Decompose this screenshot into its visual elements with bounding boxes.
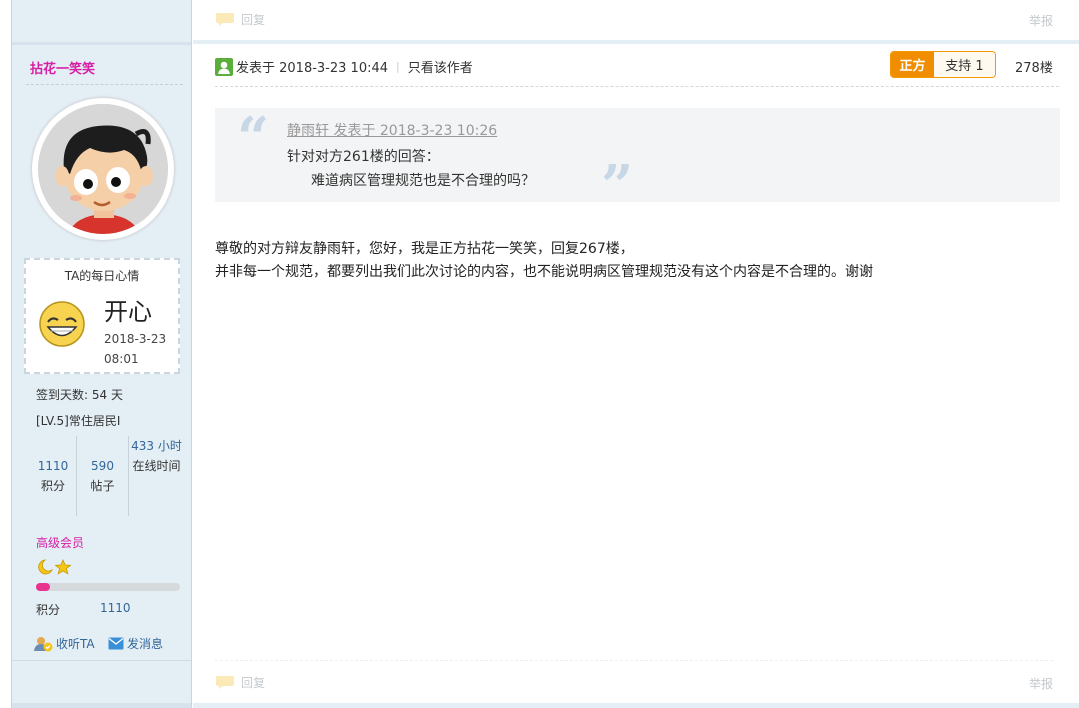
stat-value: 590 <box>91 459 114 473</box>
stat-label: 在线时间 <box>132 459 181 473</box>
reply-button[interactable]: 回复 <box>215 672 265 692</box>
forum-post-page: 拈花一笑笑 TA的每日心情 开心 2018-3-23 08:01 签到天数: 5… <box>0 0 1079 708</box>
speech-bubble-icon <box>216 13 234 26</box>
points-progress-bar <box>36 583 180 591</box>
signin-days: 签到天数: 54 天 <box>36 388 123 402</box>
reply-button[interactable]: 回复 <box>215 9 265 29</box>
stat-value: 1110 <box>37 459 69 473</box>
divider <box>26 84 183 85</box>
points-value: 1110 <box>100 601 131 615</box>
mood-date: 2018-3-23 08:01 <box>104 329 176 369</box>
divider <box>215 86 1059 87</box>
post-body-line: 并非每一个规范，都要列出我们此次讨论的内容，也不能说明病区管理规范没有这个内容是… <box>215 264 873 280</box>
report-button[interactable]: 举报 <box>1029 12 1053 29</box>
quote-line: 难道病区管理规范也是不合理的吗？ <box>311 173 535 189</box>
mood-title: TA的每日心情 <box>64 269 140 283</box>
close-quote-icon: ” <box>601 153 634 219</box>
quote-author-link[interactable]: 静雨轩 发表于 2018-3-23 10:26 <box>287 120 497 140</box>
only-author-link[interactable]: 只看该作者 <box>408 57 473 76</box>
points-label: 积分 <box>36 603 61 617</box>
points-progress-fill <box>36 583 51 591</box>
stat-label: 积分 <box>40 479 65 493</box>
open-quote-icon: “ <box>237 105 270 171</box>
quote-line: 针对对方261楼的回答： <box>287 149 440 165</box>
post-body-line: 尊敬的对方辩友静雨轩，您好，我是正方拈花一笑笑，回复267楼， <box>215 241 634 257</box>
follow-button[interactable]: 收听TA <box>34 635 95 652</box>
debate-side-badge[interactable]: 正方 支持 1 <box>890 51 996 78</box>
post-divider <box>193 703 1079 708</box>
daily-mood-box: TA的每日心情 开心 2018-3-23 08:01 <box>24 258 180 374</box>
follow-icon <box>34 636 53 651</box>
stat-value: 433 小时 <box>131 439 182 453</box>
support-button[interactable]: 支持 1 <box>934 52 995 77</box>
side-label: 正方 <box>891 52 934 77</box>
author-stats: 1110 积分 590 帖子 433 小时 在线时间 <box>30 436 186 516</box>
divider <box>215 660 1053 661</box>
stat-online-time[interactable]: 433 小时 在线时间 <box>128 436 184 516</box>
member-group-link[interactable]: 高级会员 <box>36 534 84 551</box>
post-body: 尊敬的对方辩友静雨轩，您好，我是正方拈花一笑笑，回复267楼， 并非每一个规范，… <box>215 238 873 284</box>
happy-face-icon <box>38 300 86 348</box>
online-user-icon <box>215 57 233 76</box>
sidebar-divider <box>12 660 191 661</box>
avatar[interactable] <box>32 98 174 240</box>
send-message-button[interactable]: 发消息 <box>108 635 163 652</box>
stat-posts[interactable]: 590 帖子 <box>76 436 128 516</box>
envelope-icon <box>108 637 124 650</box>
mood-text: 开心 <box>104 298 152 326</box>
stat-label: 帖子 <box>90 479 115 493</box>
report-button[interactable]: 举报 <box>1029 675 1053 692</box>
star-icon <box>54 559 72 575</box>
separator: | <box>396 60 400 73</box>
reply-label: 回复 <box>241 12 266 27</box>
speech-bubble-icon <box>216 676 234 689</box>
mood-date-time: 08:01 <box>104 352 139 366</box>
moon-icon <box>38 559 54 575</box>
post-content-area: 回复 举报 发表于 2018-3-23 10:44 | 只看该作者 正方 支持 … <box>193 0 1079 708</box>
floor-number[interactable]: 278楼 <box>1015 57 1053 76</box>
post-meta: 发表于 2018-3-23 10:44 | 只看该作者 <box>215 57 473 76</box>
send-message-label: 发消息 <box>127 637 164 651</box>
follow-label: 收听TA <box>56 637 95 651</box>
author-name-link[interactable]: 拈花一笑笑 <box>30 58 95 77</box>
reply-label: 回复 <box>241 675 266 690</box>
rank-icons <box>36 558 76 576</box>
sidebar-divider <box>12 42 191 45</box>
author-sidebar: 拈花一笑笑 TA的每日心情 开心 2018-3-23 08:01 签到天数: 5… <box>11 0 192 708</box>
sidebar-divider <box>12 703 191 708</box>
post-divider <box>193 40 1079 44</box>
post-time: 发表于 2018-3-23 10:44 <box>236 61 389 76</box>
mood-date-day: 2018-3-23 <box>104 332 167 346</box>
user-level-link[interactable]: [LV.5]常住居民I <box>36 412 120 429</box>
stat-points[interactable]: 1110 积分 <box>30 436 76 516</box>
avatar-image <box>38 104 168 234</box>
quote-block: “ 静雨轩 发表于 2018-3-23 10:26 针对对方261楼的回答： 难… <box>215 105 1060 214</box>
